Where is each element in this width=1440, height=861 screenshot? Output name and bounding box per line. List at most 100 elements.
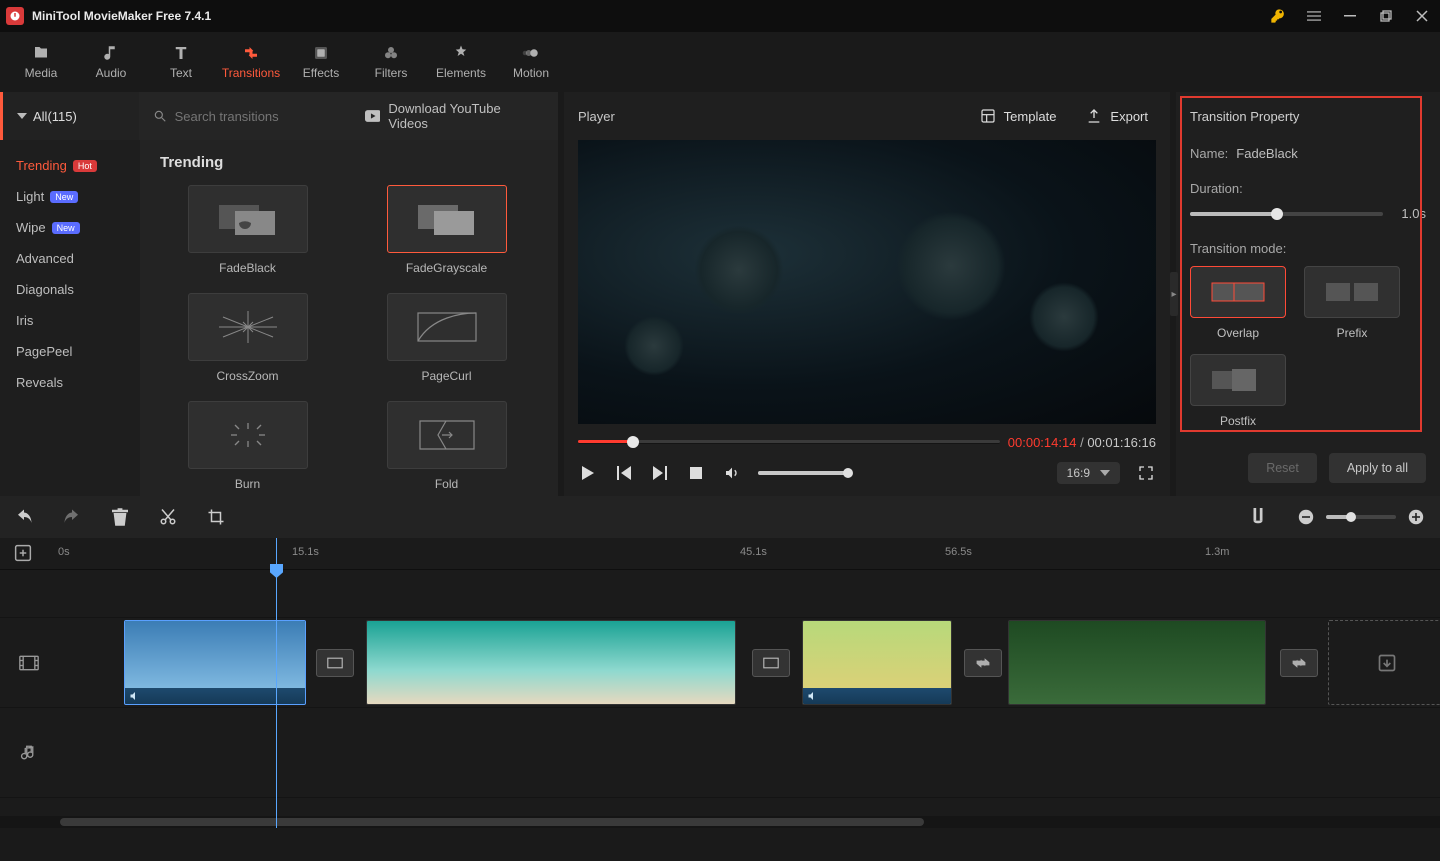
download-youtube-link[interactable]: Download YouTube Videos — [365, 92, 558, 140]
category-diagonals[interactable]: Diagonals — [0, 274, 140, 305]
category-light[interactable]: LightNew — [0, 181, 140, 212]
library-grid: FadeBlack FadeGrayscale CrossZoom PageCurl B… — [160, 185, 538, 491]
player-progress[interactable]: 00:00:14:14 / 00:01:16:16 — [564, 424, 1170, 450]
clip[interactable] — [802, 620, 952, 705]
zoom-out-button[interactable] — [1296, 507, 1316, 527]
add-track-button[interactable] — [14, 544, 32, 562]
duration-slider[interactable] — [1190, 212, 1383, 216]
player-controls: 16:9 — [564, 450, 1170, 496]
library-all-dropdown[interactable]: All(115) — [0, 92, 139, 140]
chevron-down-icon — [1100, 469, 1110, 477]
crop-button[interactable] — [206, 507, 226, 527]
timeline-zoom — [1296, 507, 1426, 527]
ruler-mark: 0s — [58, 546, 70, 558]
category-trending[interactable]: TrendingHot — [0, 150, 140, 181]
zoom-in-button[interactable] — [1406, 507, 1426, 527]
app-title: MiniTool MovieMaker Free 7.4.1 — [32, 9, 211, 23]
transition-item-fold[interactable]: Fold — [359, 401, 534, 491]
aspect-ratio-select[interactable]: 16:9 — [1057, 462, 1120, 484]
close-button[interactable] — [1404, 0, 1440, 32]
apply-all-button[interactable]: Apply to all — [1329, 453, 1426, 483]
mode-overlap[interactable]: Overlap — [1190, 266, 1286, 340]
tab-label: Filters — [375, 66, 408, 80]
transition-slot[interactable] — [964, 649, 1002, 677]
upgrade-key-icon[interactable] — [1260, 0, 1296, 32]
transition-item-fadegrayscale[interactable]: FadeGrayscale — [359, 185, 534, 275]
volume-slider[interactable] — [758, 471, 848, 475]
video-track[interactable] — [0, 618, 1440, 708]
tab-elements[interactable]: Elements — [426, 34, 496, 90]
tab-text[interactable]: Text — [146, 34, 216, 90]
next-frame-button[interactable] — [650, 463, 670, 483]
transition-slot[interactable] — [316, 649, 354, 677]
category-reveals[interactable]: Reveals — [0, 367, 140, 398]
clip[interactable] — [1008, 620, 1266, 705]
video-track-icon — [0, 618, 58, 707]
play-button[interactable] — [578, 463, 598, 483]
export-button[interactable]: Export — [1078, 102, 1156, 130]
duration-value: 1.0s — [1401, 206, 1426, 221]
tab-effects[interactable]: Effects — [286, 34, 356, 90]
fullscreen-button[interactable] — [1136, 463, 1156, 483]
library-section-title: Trending — [160, 154, 538, 171]
tab-filters[interactable]: Filters — [356, 34, 426, 90]
category-pagepeel[interactable]: PagePeel — [0, 336, 140, 367]
category-iris[interactable]: Iris — [0, 305, 140, 336]
menu-icon[interactable] — [1296, 0, 1332, 32]
template-button[interactable]: Template — [972, 102, 1065, 130]
category-wipe[interactable]: WipeNew — [0, 212, 140, 243]
tab-media[interactable]: Media — [6, 34, 76, 90]
volume-icon[interactable] — [722, 463, 742, 483]
export-icon — [1086, 108, 1102, 124]
app-logo — [6, 7, 24, 25]
tab-label: Elements — [436, 66, 486, 80]
clip[interactable] — [366, 620, 736, 705]
audio-track[interactable] — [0, 708, 1440, 798]
timeline-scrollbar[interactable] — [0, 816, 1440, 828]
split-button[interactable] — [158, 507, 178, 527]
tab-motion[interactable]: Motion — [496, 34, 566, 90]
prev-frame-button[interactable] — [614, 463, 634, 483]
timeline: 0s15.1s45.1s56.5s1.3m — [0, 538, 1440, 828]
title-bar: MiniTool MovieMaker Free 7.4.1 — [0, 0, 1440, 32]
transition-slot[interactable] — [752, 649, 790, 677]
library-categories: TrendingHotLightNewWipeNewAdvancedDiagon… — [0, 140, 140, 496]
tab-label: Media — [25, 66, 58, 80]
maximize-button[interactable] — [1368, 0, 1404, 32]
transition-item-fadeblack[interactable]: FadeBlack — [160, 185, 335, 275]
player-title: Player — [578, 109, 615, 124]
ruler-mark: 56.5s — [945, 546, 972, 558]
drop-zone[interactable] — [1328, 620, 1440, 705]
name-value: FadeBlack — [1236, 146, 1297, 161]
panel-collapse-handle[interactable]: ▸ — [1170, 272, 1178, 316]
transition-slot[interactable] — [1280, 649, 1318, 677]
minimize-button[interactable] — [1332, 0, 1368, 32]
transition-item-pagecurl[interactable]: PageCurl — [359, 293, 534, 383]
transition-item-burn[interactable]: Burn — [160, 401, 335, 491]
redo-button[interactable] — [62, 507, 82, 527]
ruler-mark: 45.1s — [740, 546, 767, 558]
search-input[interactable] — [175, 109, 351, 124]
tab-label: Text — [170, 66, 192, 80]
tab-audio[interactable]: Audio — [76, 34, 146, 90]
preview-viewport[interactable] — [578, 140, 1156, 424]
transition-item-crosszoom[interactable]: CrossZoom — [160, 293, 335, 383]
mode-prefix[interactable]: Prefix — [1304, 266, 1400, 340]
category-advanced[interactable]: Advanced — [0, 243, 140, 274]
ruler-mark: 15.1s — [292, 546, 319, 558]
zoom-slider[interactable] — [1326, 515, 1396, 519]
delete-button[interactable] — [110, 507, 130, 527]
undo-button[interactable] — [14, 507, 34, 527]
timeline-ruler[interactable]: 0s15.1s45.1s56.5s1.3m — [0, 538, 1440, 570]
playhead[interactable] — [276, 538, 277, 828]
mode-postfix[interactable]: Postfix — [1190, 354, 1286, 428]
mode-label: Transition mode: — [1190, 241, 1286, 256]
tab-transitions[interactable]: Transitions — [216, 34, 286, 90]
tab-label: Transitions — [222, 66, 280, 80]
library-search[interactable] — [139, 92, 365, 140]
timecode: 00:00:14:14 / 00:01:16:16 — [1008, 435, 1156, 450]
snap-button[interactable] — [1248, 507, 1268, 527]
reset-button[interactable]: Reset — [1248, 453, 1317, 483]
clip[interactable] — [124, 620, 306, 705]
stop-button[interactable] — [686, 463, 706, 483]
